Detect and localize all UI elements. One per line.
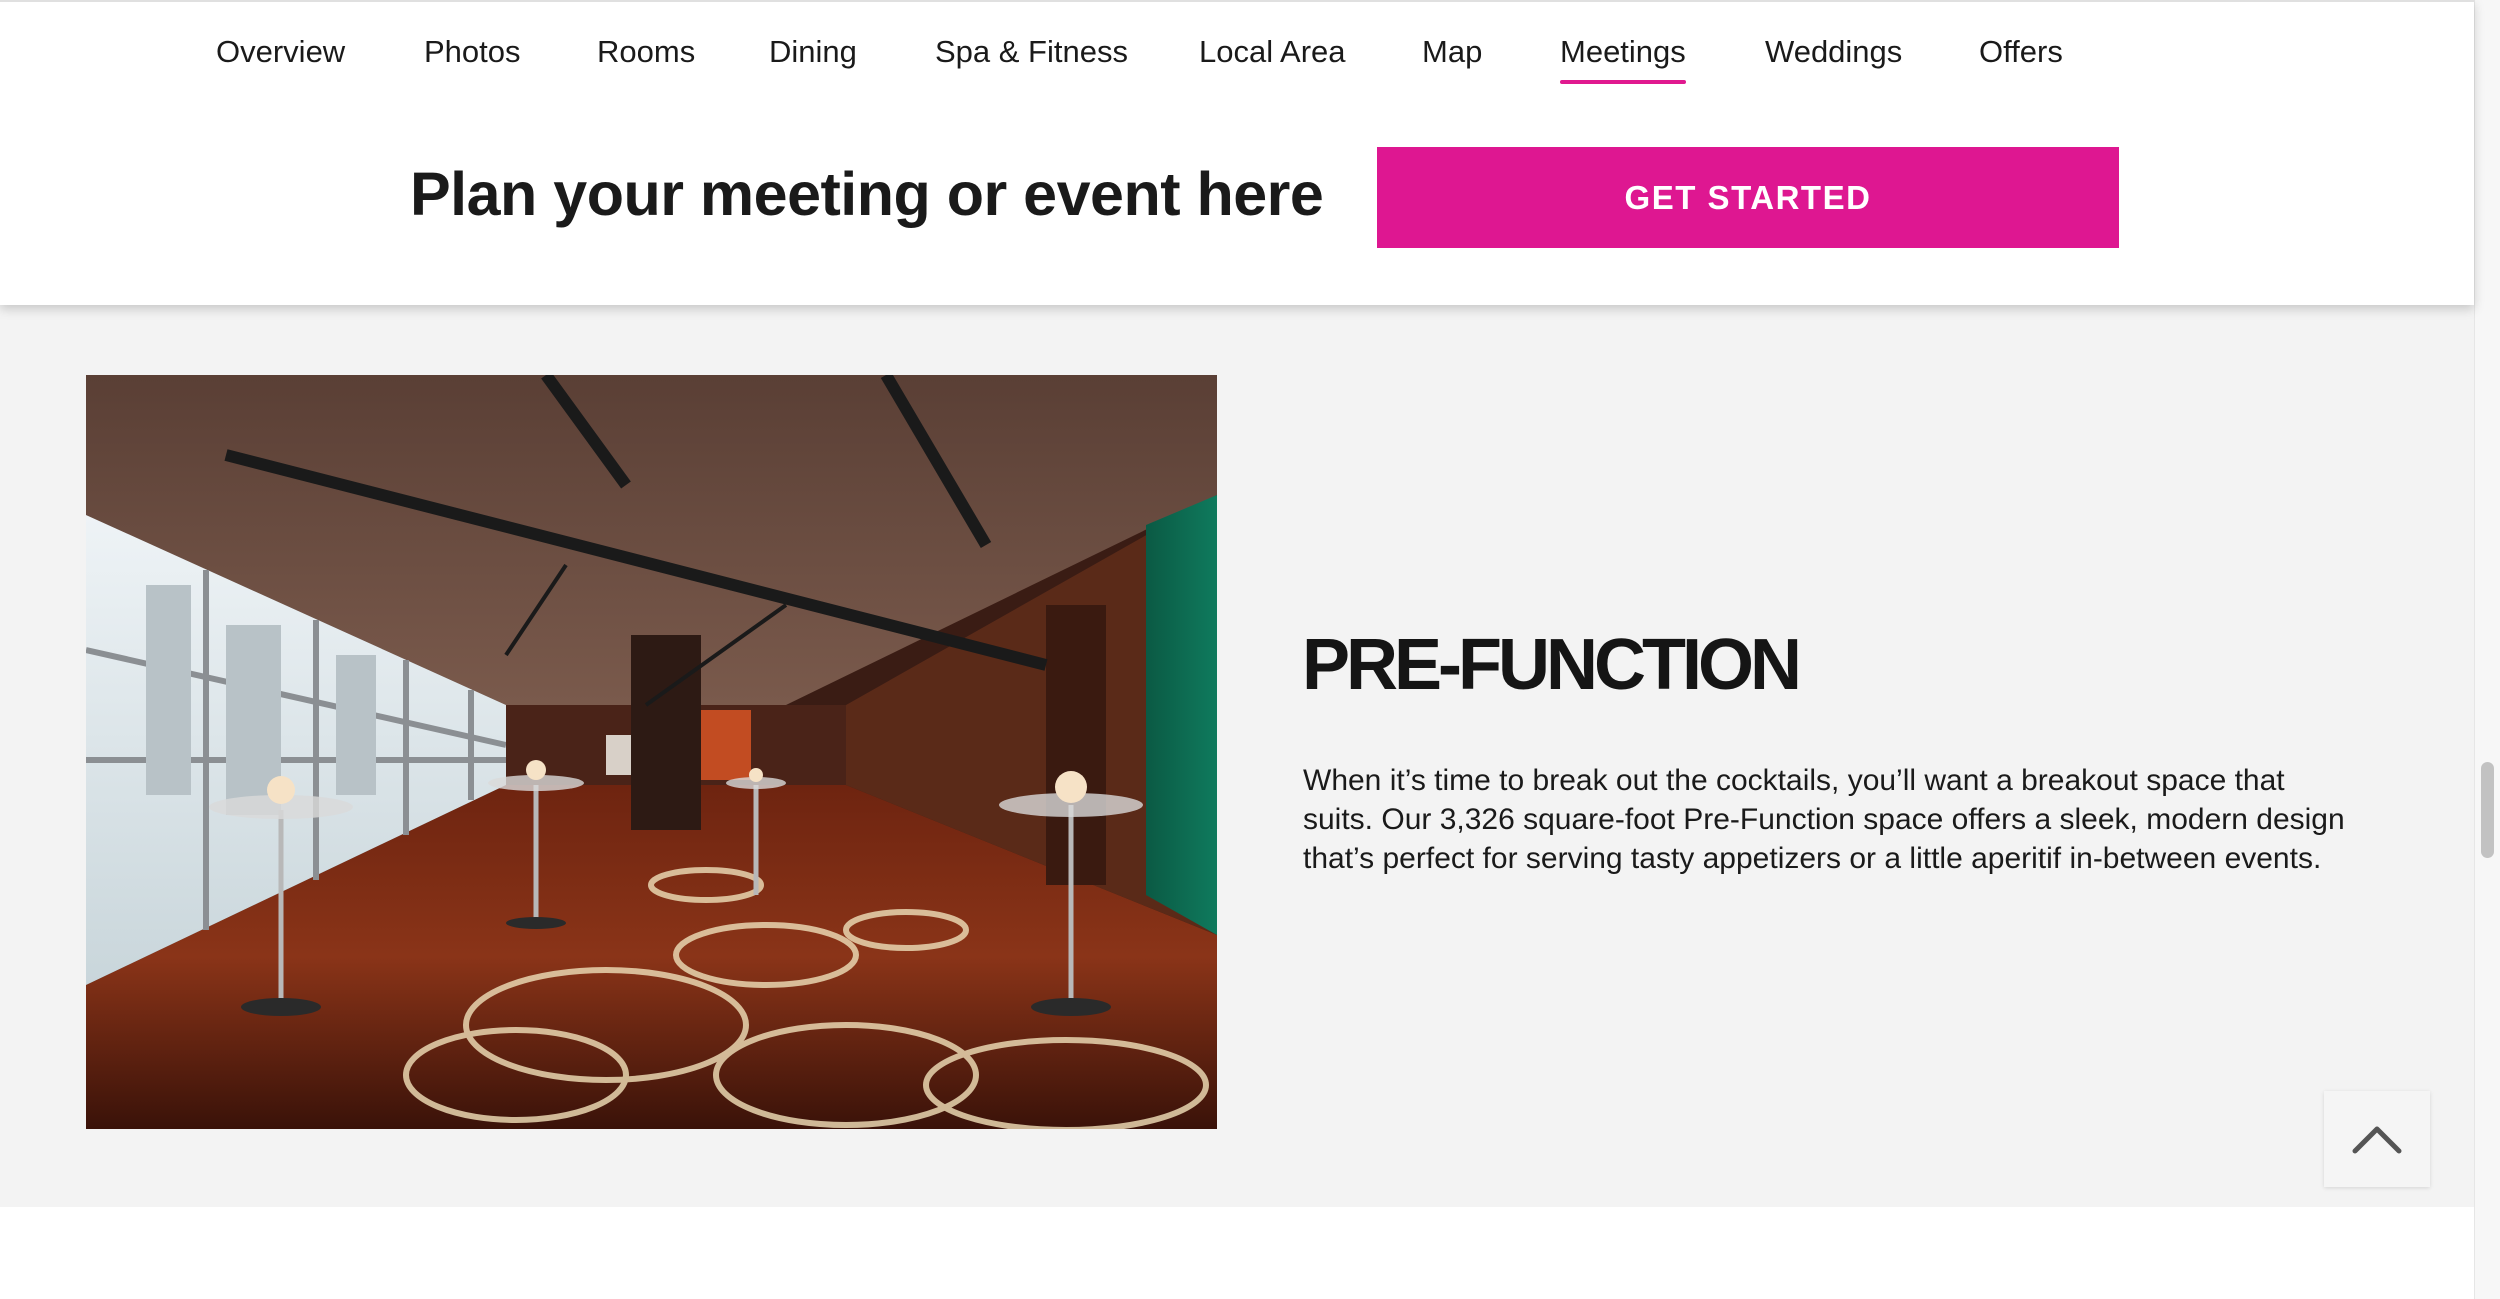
section-nav: Overview Photos Rooms Dining Spa & Fitne… — [0, 28, 2474, 84]
page-scrollbar[interactable] — [2474, 0, 2500, 1299]
nav-spa-fitness[interactable]: Spa & Fitness — [935, 28, 1128, 76]
scrollbar-thumb[interactable] — [2481, 762, 2494, 858]
content-area: Overview Photos Rooms Dining Spa & Fitne… — [0, 0, 2474, 1299]
nav-meetings[interactable]: Meetings — [1560, 28, 1686, 84]
nav-offers[interactable]: Offers — [1979, 28, 2063, 76]
back-to-top-button[interactable] — [2324, 1091, 2430, 1187]
nav-dining[interactable]: Dining — [769, 28, 857, 76]
next-section-start — [0, 1207, 2474, 1299]
cta-heading: Plan your meeting or event here — [410, 160, 1324, 228]
pre-function-section: PRE-FUNCTION When it’s time to break out… — [0, 305, 2474, 1207]
nav-overview[interactable]: Overview — [216, 28, 345, 76]
nav-rooms[interactable]: Rooms — [597, 28, 695, 76]
nav-photos[interactable]: Photos — [424, 28, 521, 76]
get-started-button[interactable]: GET STARTED — [1377, 147, 2119, 248]
nav-map[interactable]: Map — [1422, 28, 1482, 76]
page: Overview Photos Rooms Dining Spa & Fitne… — [0, 0, 2500, 1299]
section-title: PRE-FUNCTION — [1302, 625, 1802, 705]
top-divider — [0, 0, 2474, 2]
nav-local-area[interactable]: Local Area — [1199, 28, 1346, 76]
sticky-header: Overview Photos Rooms Dining Spa & Fitne… — [0, 0, 2474, 305]
nav-weddings[interactable]: Weddings — [1765, 28, 1902, 76]
pre-function-photo — [86, 375, 1217, 1129]
section-description: When it’s time to break out the cocktail… — [1303, 764, 2345, 875]
chevron-up-icon — [2352, 1126, 2402, 1154]
